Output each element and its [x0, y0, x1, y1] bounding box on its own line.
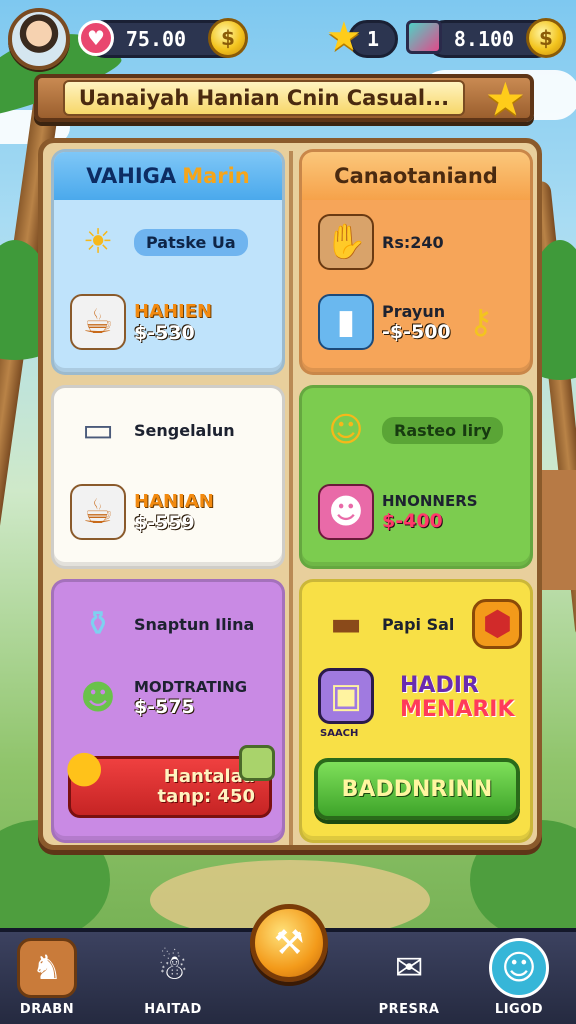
scroll-icon: ✋	[318, 214, 374, 270]
item-price: $-400	[382, 510, 443, 532]
picture-frame-icon: ▣	[318, 668, 374, 724]
coffee-cup-icon: ☕	[70, 294, 126, 350]
key-icon: ⚷	[468, 302, 494, 342]
item-price: $-530	[134, 321, 195, 344]
item-name: HNONNERS	[382, 492, 478, 510]
card-white[interactable]: ▭ Sengelalun ☕ HANIAN $-559	[51, 385, 285, 569]
card-header: VAHIGA Marin	[54, 152, 282, 200]
item-name: MODTRATING	[134, 678, 248, 696]
shop-item[interactable]: ☺ Rasteo Iiry	[318, 402, 504, 458]
shop-item[interactable]: ☻ MODTRATING $-575	[70, 670, 247, 726]
title-banner: Uanaiyah Hanian Cnin Casual... ★	[34, 72, 534, 126]
gems-value: 8.100	[453, 27, 515, 51]
card-title: VAHIGA	[86, 164, 177, 188]
card-orange[interactable]: Canaotaniand ✋ Rs:240 ▮ Prayun -$-500 ⚷	[299, 149, 533, 375]
bottom-nav: ♞ DRABN ☃ HAITAD ⚒ ✉ PRESRA ☺ LIGOD	[0, 904, 576, 1024]
item-info: HAHIEN $-530	[134, 301, 212, 344]
snowman-icon: ☃	[157, 948, 189, 988]
board-divider	[289, 151, 293, 845]
gift-icon	[239, 745, 275, 781]
nav-item-presra[interactable]: ✉ PRESRA	[364, 938, 454, 1024]
balloon-icon: ●	[65, 741, 104, 792]
nav-label: DRABN	[19, 1002, 75, 1017]
smiley-star-icon: ☺	[328, 410, 364, 450]
coin-icon[interactable]: $	[526, 18, 566, 58]
coffee-cup-icon: ☕	[70, 484, 126, 540]
log-icon: ▬	[329, 604, 363, 644]
shop-item[interactable]: ⚱ Snaptun Ilina	[70, 596, 255, 652]
bonus-ticket[interactable]: ● Hantalaa tanp: 450	[65, 741, 275, 818]
shop-item[interactable]: ▮ Prayun -$-500 ⚷	[318, 294, 509, 350]
item-name: HANIAN	[134, 490, 214, 512]
card-title: Canaotaniand	[334, 164, 498, 188]
card-purple[interactable]: ⚱ Snaptun Ilina ☻ MODTRATING $-575 ● Han…	[51, 579, 285, 843]
star-icon: ★	[484, 72, 526, 126]
ticket-line2: tanp: 450	[157, 786, 256, 807]
item-name: HAHIEN	[134, 300, 213, 322]
hexagon-badge-icon: ⬢	[472, 599, 523, 649]
nav-label: HAITAD	[144, 1002, 202, 1017]
profile-icon: ☺	[489, 938, 549, 998]
card-green[interactable]: ☺ Rasteo Iiry ☻ HNONNERS $-400	[299, 385, 533, 569]
camel-icon: ♞	[17, 938, 77, 998]
shop-item[interactable]: ☕ HANIAN $-559	[70, 484, 214, 540]
coin-icon[interactable]: $	[208, 18, 248, 58]
hadiah-label: HADIR MENARIK	[400, 673, 515, 723]
banner-title: Uanaiyah Hanian Cnin Casual...	[62, 80, 466, 116]
shop-item[interactable]: ✋ Rs:240	[318, 214, 444, 270]
sun-star-icon: ☀	[82, 222, 114, 262]
shop-item[interactable]: ☕ HAHIEN $-530	[70, 294, 212, 350]
nav-item-haitad[interactable]: ☃ HAITAD	[128, 938, 218, 1024]
star-icon: ★	[326, 14, 362, 60]
nav-item-drabn[interactable]: ♞ DRABN	[2, 938, 92, 1024]
coins-value: 75.00	[125, 27, 187, 51]
top-bar: 75.00 ♥ $ 1 ★ 8.100 $	[8, 8, 568, 70]
pink-gem-icon: ♥	[78, 20, 114, 56]
item-label: Patske Ua	[134, 228, 248, 256]
item-label: Snaptun Ilina	[134, 614, 255, 634]
hadiah-line1: HADIR	[400, 673, 479, 698]
badge-label: SAACH	[320, 728, 359, 739]
item-info: HNONNERS $-400	[382, 492, 478, 532]
phone-icon: ▭	[81, 410, 115, 450]
player-avatar[interactable]	[8, 8, 70, 70]
shop-item[interactable]: ☻ HNONNERS $-400	[318, 484, 478, 540]
hadiah-line2: MENARIK	[400, 697, 515, 723]
item-info: HANIAN $-559	[134, 491, 214, 534]
item-price: -$-500	[382, 320, 451, 343]
shop-item[interactable]: ☀ Patske Ua	[70, 214, 248, 270]
card-blue[interactable]: VAHIGA Marin ☀ Patske Ua ☕ HAHIEN $-530	[51, 149, 285, 375]
item-label: Papi Sal	[382, 614, 455, 634]
item-price: $-559	[134, 511, 195, 534]
card-title-highlight: Marin	[182, 164, 250, 188]
item-name: Prayun	[382, 301, 446, 321]
claim-button[interactable]: BADDNRINN	[314, 758, 520, 820]
nav-label: LIGOD	[494, 1002, 544, 1017]
shop-item[interactable]: ▬ Papi Sal ⬢	[318, 596, 523, 652]
item-label: Sengelalun	[134, 420, 235, 440]
card-header: Canaotaniand	[302, 152, 530, 200]
shop-item[interactable]: ▭ Sengelalun	[70, 402, 235, 458]
potion-icon: ▮	[318, 294, 374, 350]
item-info: MODTRATING $-575	[134, 678, 247, 718]
center-action-button[interactable]: ⚒	[250, 904, 328, 982]
chest-icon	[406, 20, 442, 54]
item-label: Rasteo Iiry	[382, 416, 504, 444]
nav-item-ligod[interactable]: ☺ LIGOD	[474, 938, 564, 1024]
bottle-icon: ⚱	[83, 604, 113, 644]
shop-board: VAHIGA Marin ☀ Patske Ua ☕ HAHIEN $-530 …	[38, 138, 542, 850]
robot-icon: ☻	[318, 484, 374, 540]
item-label: Rs:240	[382, 232, 444, 252]
item-price: $-575	[134, 696, 195, 718]
item-info: Prayun -$-500	[382, 302, 451, 343]
card-yellow[interactable]: ▬ Papi Sal ⬢ ▣ SAACH HADIR MENARIK BADDN…	[299, 579, 533, 843]
stars-value: 1	[366, 27, 380, 51]
wrench-icon: ⚒	[273, 923, 305, 963]
box-pin-icon: ✉	[394, 948, 424, 988]
frog-icon: ☻	[80, 678, 116, 718]
nav-label: PRESRA	[378, 1002, 440, 1017]
